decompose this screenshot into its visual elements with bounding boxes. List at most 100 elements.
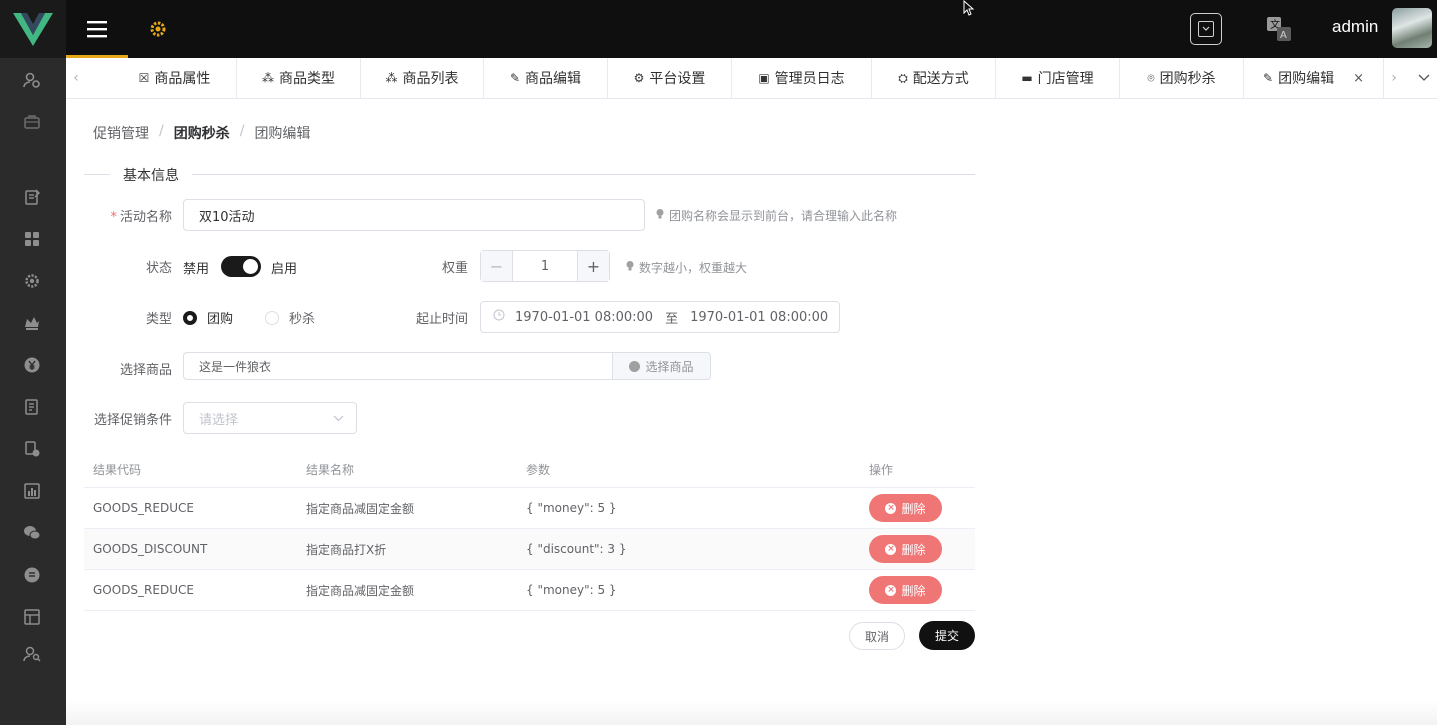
tab-label: 商品类型 [279,71,335,87]
radio-label: 秒杀 [289,312,316,327]
circle-icon [629,360,641,372]
section-divider [84,174,975,175]
breadcrumb-promotion[interactable]: 促销管理 [93,123,149,143]
breadcrumb-separator: / [239,123,245,139]
status-toggle[interactable] [221,256,261,277]
grid-icon: ⁂ [385,71,398,85]
delete-button[interactable]: × 删除 [869,494,942,522]
user-log-icon: ▣ [758,71,770,85]
range-separator: 至 [665,311,679,327]
status-off-label[interactable]: 禁用 [183,258,209,277]
yen-icon[interactable] [22,355,42,375]
tab-delivery[interactable]: ⛭ 配送方式 [872,58,996,98]
gear-icon: ⚙ [633,71,645,85]
store-icon: ▬ [1021,71,1033,85]
table-icon[interactable] [22,607,42,627]
pencil-icon: ✎ [1263,71,1274,85]
time-range-picker[interactable]: 1970-01-01 08:00:00 至 1970-01-01 08:00:0… [480,301,840,333]
clock-icon [493,309,505,325]
close-icon[interactable]: × [1353,71,1364,86]
clipboard-icon[interactable] [22,187,42,207]
user-name[interactable]: admin [1332,17,1378,37]
translate-icon[interactable]: 文A [1266,16,1292,42]
delete-button[interactable]: × 删除 [869,576,942,604]
delivery-icon: ⛭ [898,70,908,85]
action-cell: × 删除 [869,494,975,522]
vue-logo-icon [13,13,53,46]
crown-icon[interactable] [22,313,42,333]
gear-icon[interactable] [22,271,42,291]
tab-platform-settings[interactable]: ⚙ 平台设置 [608,58,732,98]
toggle-knob [243,259,258,274]
column-header: 参数 [526,463,551,477]
fullscreen-toggle-button[interactable] [1190,13,1222,45]
tab-label: 商品编辑 [525,71,582,87]
chevron-down-icon[interactable] [1410,58,1437,98]
weight-label: 权重 [441,261,468,276]
briefcase-icon[interactable] [22,112,42,132]
start-time[interactable]: 1970-01-01 08:00:00 [515,310,653,325]
tab-goods-edit[interactable]: ✎ 商品编辑 [484,58,608,98]
weight-stepper: − 1 + [480,250,610,282]
document-icon[interactable] [22,397,42,417]
breadcrumb-group-seckill[interactable]: 团购秒杀 [174,123,230,143]
lightbulb-icon [655,208,665,223]
activity-name-input[interactable]: 双10活动 [183,199,645,231]
user-settings-icon[interactable] [22,70,42,90]
increment-button[interactable]: + [577,251,609,281]
tab-scroll-right-icon[interactable]: › [1384,58,1404,98]
grid-icon: ⁂ [262,71,274,85]
chart-icon[interactable] [22,481,42,501]
coin-settings-icon[interactable] [22,439,42,459]
result-params: { "money": 5 } [526,583,617,597]
time-range-label: 起止时间 [415,312,468,327]
activity-name-hint: 团购名称会显示到前台，请合理输入此名称 [655,207,897,224]
avatar[interactable] [1392,8,1432,48]
tab-scroll-left-icon[interactable]: ‹ [66,58,86,98]
weight-value[interactable]: 1 [513,251,577,281]
end-time[interactable]: 1970-01-01 08:00:00 [690,310,828,325]
status-on-label[interactable]: 启用 [271,258,297,277]
decrement-button[interactable]: − [481,251,513,281]
sidebar [0,0,66,725]
type-radio-group-buy[interactable]: 团购 [183,308,233,327]
circle-list-icon[interactable] [22,565,42,585]
tab-bar: ‹ ☒ 商品属性 ⁂ 商品类型 ⁂ 商品列表 ✎ 商品编辑 ⚙ 平台设置 ▣ 管理员日志 ⛭… [66,58,1437,99]
button-label: 删除 [901,542,926,557]
tab-goods-list[interactable]: ⁂ 商品列表 [361,58,484,98]
result-code: GOODS_DISCOUNT [93,542,208,556]
delete-button[interactable]: × 删除 [869,535,942,563]
button-label: 删除 [901,501,926,516]
tab-group-seckill[interactable]: ⌾ 团购秒杀 [1120,58,1244,98]
tab-group-edit[interactable]: ✎ 团购编辑 × [1244,58,1384,98]
goods-input[interactable]: 这是一件狼衣 [183,352,613,380]
result-name: 指定商品打X折 [306,542,387,557]
tab-store-management[interactable]: ▬ 门店管理 [996,58,1120,98]
select-goods-button[interactable]: 选择商品 [612,352,711,380]
tab-admin-log[interactable]: ▣ 管理员日志 [732,58,872,98]
section-title: 基本信息 [110,165,192,185]
tab-label: 团购编辑 [1278,71,1335,87]
dashboard-icon[interactable] [22,229,42,249]
tab-label: 管理员日志 [774,71,845,87]
wechat-icon[interactable] [22,523,42,543]
settings-gear-icon[interactable] [148,19,168,39]
lightbulb-icon [625,260,635,275]
status-label: 状态 [145,261,172,276]
hamburger-menu-icon[interactable] [86,18,108,40]
result-name: 指定商品减固定金额 [306,583,415,598]
condition-select[interactable]: 请选择 [183,402,357,434]
vue-logo[interactable] [0,0,66,58]
user-search-icon[interactable] [22,644,42,664]
mouse-cursor-icon [963,0,975,16]
radio-unselected-icon [265,310,279,325]
tab-label: 平台设置 [649,71,706,87]
cancel-button[interactable]: 取消 [849,622,905,650]
submit-button[interactable]: 提交 [919,621,975,650]
type-radio-seckill[interactable]: 秒杀 [265,308,315,327]
pencil-icon: ✎ [509,71,521,85]
tab-goods-types[interactable]: ⁂ 商品类型 [237,58,361,98]
chevron-down-icon [333,411,344,426]
tab-label: 商品列表 [402,71,459,87]
tab-goods-attributes[interactable]: ☒ 商品属性 [113,58,237,98]
